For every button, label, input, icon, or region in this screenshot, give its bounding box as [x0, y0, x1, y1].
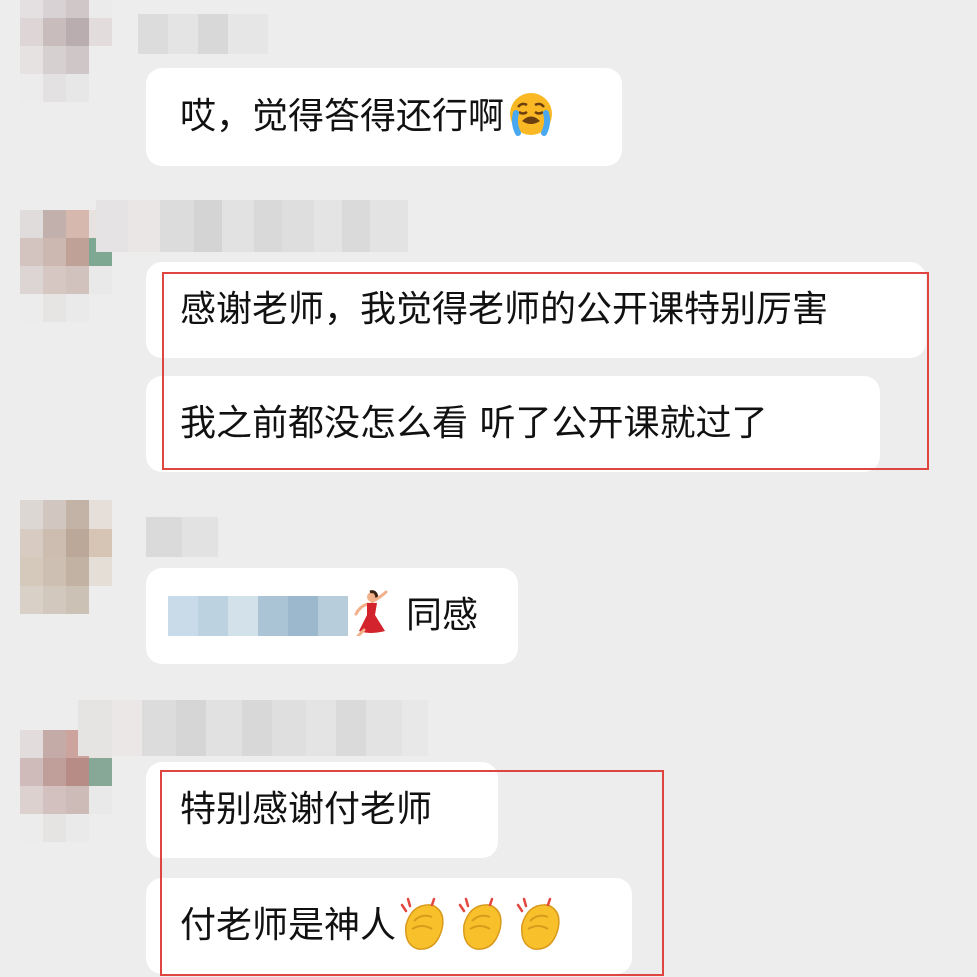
message-bubble[interactable]: 特别感谢付老师 — [146, 762, 498, 858]
sender-name — [96, 200, 408, 252]
pixelated-content — [168, 596, 348, 636]
message-bubble[interactable]: 感谢老师，我觉得老师的公开课特别厉害 — [146, 262, 926, 358]
sender-name — [78, 700, 428, 756]
message-text: 同感 — [406, 595, 479, 636]
message-text: 哎，觉得答得还行啊 — [180, 96, 505, 137]
sender-name — [146, 517, 218, 557]
message-text: 付老师是神人 — [180, 905, 397, 946]
message-bubble[interactable]: 付老师是神人 — [146, 878, 632, 974]
message-text: 特别感谢付老师 — [180, 789, 433, 830]
avatar[interactable] — [20, 500, 112, 614]
loudly-crying-face-icon — [508, 91, 554, 144]
dancing-woman-icon — [350, 589, 390, 643]
clapping-hands-icon — [398, 895, 572, 958]
message-bubble[interactable]: 我之前都没怎么看 听了公开课就过了 — [146, 376, 880, 472]
message-text: 感谢老师，我觉得老师的公开课特别厉害 — [180, 289, 829, 330]
sender-name — [138, 14, 268, 54]
message-text: 我之前都没怎么看 听了公开课就过了 — [180, 403, 768, 444]
message-bubble[interactable]: 同感 — [146, 568, 518, 664]
avatar[interactable] — [20, 0, 112, 102]
message-bubble[interactable]: 哎，觉得答得还行啊 — [146, 68, 622, 166]
